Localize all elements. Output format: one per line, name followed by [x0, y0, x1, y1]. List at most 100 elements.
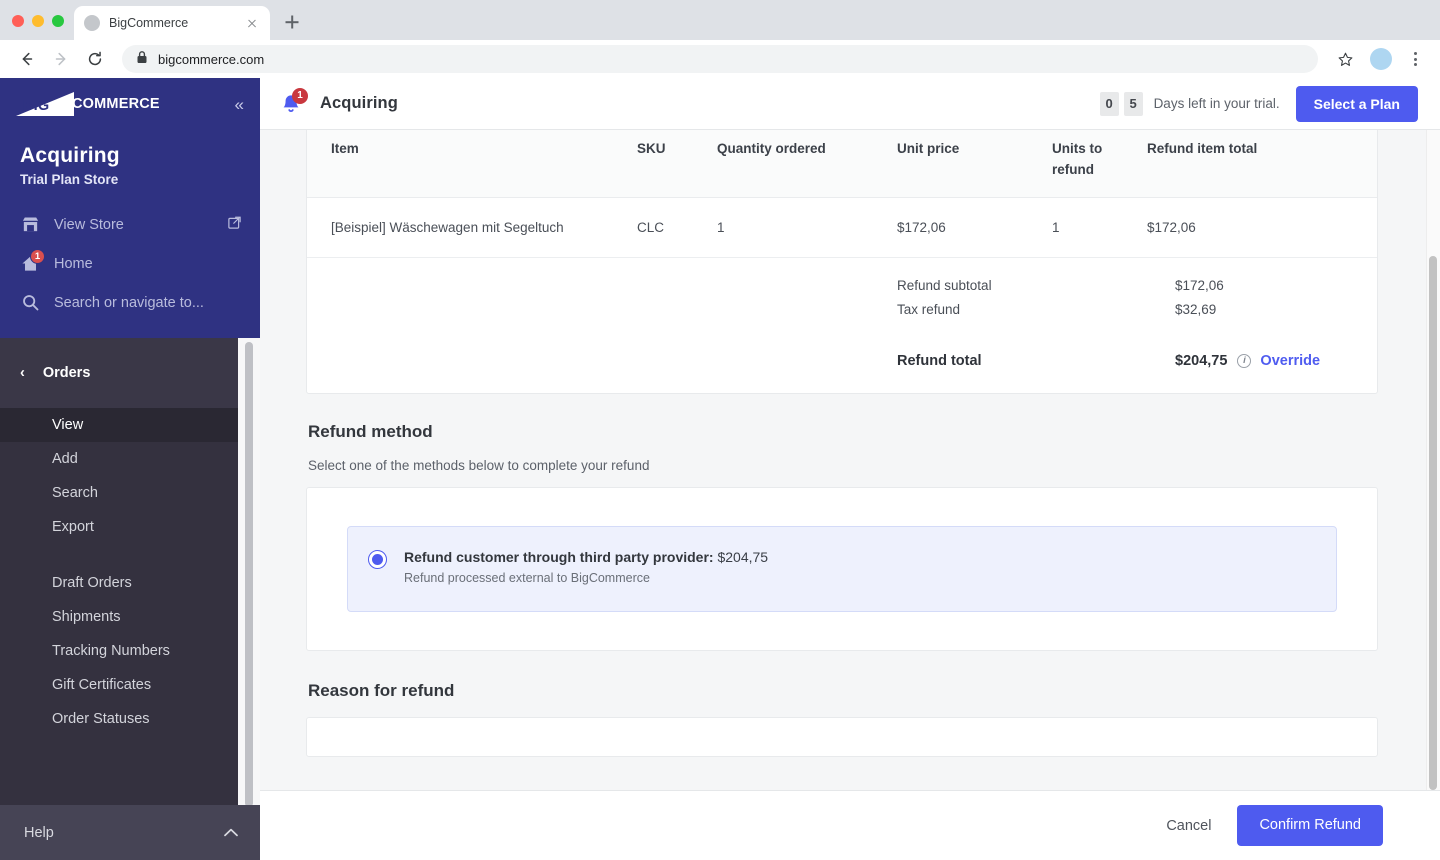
new-tab-icon[interactable]: [278, 8, 306, 36]
notification-count-badge: 1: [292, 87, 308, 104]
refund-subtotal-label: Refund subtotal: [897, 277, 992, 293]
sidebar-item-label: Add: [52, 451, 78, 467]
bigcommerce-logo[interactable]: BIG COMMERCE: [16, 92, 160, 116]
sidebar-item-shipments[interactable]: Shipments: [0, 600, 260, 634]
trial-digit-ones: 5: [1123, 91, 1143, 116]
store-plan: Trial Plan Store: [20, 172, 119, 187]
sidebar-item-order-statuses[interactable]: Order Statuses: [0, 702, 260, 736]
content-scrollbar-thumb[interactable]: [1429, 256, 1437, 790]
override-link[interactable]: Override: [1260, 353, 1320, 369]
sidebar-help-toggle[interactable]: Help: [0, 805, 260, 860]
back-chevron-icon[interactable]: ‹: [20, 365, 25, 381]
column-header-sku: SKU: [637, 130, 717, 198]
reason-for-refund-card[interactable]: [306, 716, 1378, 757]
refund-items-table: Item SKU Quantity ordered Unit price Uni…: [307, 130, 1377, 393]
chevron-up-icon[interactable]: [224, 825, 238, 841]
main-panel: 1 Acquiring 0 5 Days left in your trial.…: [260, 78, 1440, 860]
minimize-window-button[interactable]: [32, 15, 44, 27]
sidebar-item-tracking-numbers[interactable]: Tracking Numbers: [0, 634, 260, 668]
sidebar-search-placeholder: Search or navigate to...: [54, 294, 204, 311]
sidebar-item-label: Export: [52, 519, 94, 535]
close-window-button[interactable]: [12, 15, 24, 27]
lock-icon: [136, 50, 148, 69]
totals-spacer: [307, 256, 897, 393]
refund-method-option-third-party[interactable]: Refund customer through third party prov…: [347, 525, 1337, 612]
cell-units-to-refund[interactable]: 1: [1052, 197, 1147, 257]
notifications-button[interactable]: 1: [278, 87, 308, 117]
cell-item-name: [Beispiel] Wäschewagen mit Segeltuch: [331, 219, 564, 235]
cancel-button[interactable]: Cancel: [1166, 818, 1211, 834]
trial-text: Days left in your trial.: [1153, 96, 1280, 111]
sidebar-item-export[interactable]: Export: [0, 510, 260, 544]
back-icon[interactable]: [12, 44, 42, 74]
sidebar-item-view-store[interactable]: View Store: [0, 205, 260, 244]
browser-tabstrip: BigCommerce: [0, 0, 1440, 40]
browser-menu-icon[interactable]: [1402, 46, 1428, 72]
address-bar[interactable]: bigcommerce.com: [122, 45, 1318, 73]
table-totals-row: Refund subtotal $172,06 Tax refund $32,6…: [307, 256, 1377, 393]
refund-method-option-title: Refund customer through third party prov…: [404, 549, 768, 565]
sidebar-item-label: Tracking Numbers: [52, 643, 170, 659]
refund-method-card: Refund customer through third party prov…: [306, 486, 1378, 651]
help-label: Help: [24, 824, 54, 841]
forward-icon[interactable]: [46, 44, 76, 74]
browser-tab[interactable]: BigCommerce: [74, 6, 270, 40]
sidebar-item-view[interactable]: View: [0, 408, 260, 442]
sidebar-item-label: Order Statuses: [52, 711, 150, 727]
action-footer: Cancel Confirm Refund: [260, 790, 1440, 860]
refund-method-option-amount: $204,75: [717, 548, 769, 565]
select-a-plan-button[interactable]: Select a Plan: [1295, 85, 1418, 122]
store-icon: [20, 215, 40, 235]
profile-avatar[interactable]: [1370, 48, 1392, 70]
sidebar-scrollbar-thumb[interactable]: [245, 342, 253, 805]
reason-for-refund-heading: Reason for refund: [308, 680, 455, 700]
bookmark-star-icon[interactable]: [1330, 44, 1360, 74]
trial-countdown: 0 5 Days left in your trial.: [1099, 91, 1280, 116]
page-content: Item SKU Quantity ordered Unit price Uni…: [260, 130, 1440, 790]
sidebar-quick-links: View Store 1 Home Search or navigate to.…: [0, 205, 260, 338]
url-text: bigcommerce.com: [158, 51, 265, 67]
browser-chrome: BigCommerce bigcommerce.com: [0, 0, 1440, 78]
sidebar-brand-area: BIG COMMERCE « Acquiring Trial Plan Stor…: [0, 78, 260, 338]
radio-button[interactable]: [368, 549, 387, 569]
sidebar-item-search[interactable]: Search: [0, 476, 260, 510]
maximize-window-button[interactable]: [52, 15, 64, 27]
cell-unit-price: $172,06: [897, 219, 946, 235]
sidebar-item-label: Draft Orders: [52, 575, 132, 591]
tax-refund-line: Tax refund $32,69: [897, 298, 1377, 323]
sidebar-item-add[interactable]: Add: [0, 442, 260, 476]
tab-title: BigCommerce: [109, 16, 189, 30]
radio-selected-dot: [372, 553, 383, 565]
home-icon: 1: [20, 248, 45, 274]
sidebar-section-header[interactable]: ‹ Orders: [0, 338, 260, 408]
cell-sku: CLC: [637, 219, 665, 235]
refund-items-card: Item SKU Quantity ordered Unit price Uni…: [306, 130, 1378, 394]
cell-refund-item-total: $172,06: [1147, 219, 1196, 235]
column-header-units-to-refund: Units to refund: [1052, 130, 1147, 198]
refund-method-option-subtitle: Refund processed external to BigCommerce: [404, 570, 650, 585]
cell-quantity-ordered: 1: [717, 219, 725, 235]
close-tab-icon[interactable]: [244, 15, 260, 31]
confirm-refund-button[interactable]: Confirm Refund: [1237, 805, 1383, 846]
app-shell: BIG COMMERCE « Acquiring Trial Plan Stor…: [0, 78, 1440, 860]
tax-refund-value: $32,69: [1175, 302, 1217, 318]
sidebar-item-draft-orders[interactable]: Draft Orders: [0, 566, 260, 600]
sidebar-item-label: View Store: [54, 216, 124, 233]
tax-refund-label: Tax refund: [897, 302, 961, 318]
sidebar-item-gift-certificates[interactable]: Gift Certificates: [0, 668, 260, 702]
home-notification-badge: 1: [30, 248, 45, 264]
sidebar-divider: [0, 544, 260, 566]
browser-toolbar: bigcommerce.com: [0, 40, 1440, 78]
sidebar-search-nav[interactable]: Search or navigate to...: [0, 283, 260, 322]
collapse-sidebar-icon[interactable]: «: [235, 96, 244, 113]
info-icon[interactable]: i: [1237, 353, 1252, 368]
sidebar-item-home[interactable]: 1 Home: [0, 244, 260, 283]
sidebar-section-title: Orders: [42, 365, 91, 381]
external-link-icon[interactable]: [227, 215, 242, 234]
sidebar-item-label: Search: [52, 485, 98, 501]
refund-method-option-title-bold: Refund customer through third party prov…: [404, 548, 714, 565]
app-topbar: 1 Acquiring 0 5 Days left in your trial.…: [260, 78, 1440, 130]
table-header: Item SKU Quantity ordered Unit price Uni…: [307, 130, 1377, 198]
store-name: Acquiring: [20, 144, 120, 167]
reload-icon[interactable]: [80, 44, 110, 74]
